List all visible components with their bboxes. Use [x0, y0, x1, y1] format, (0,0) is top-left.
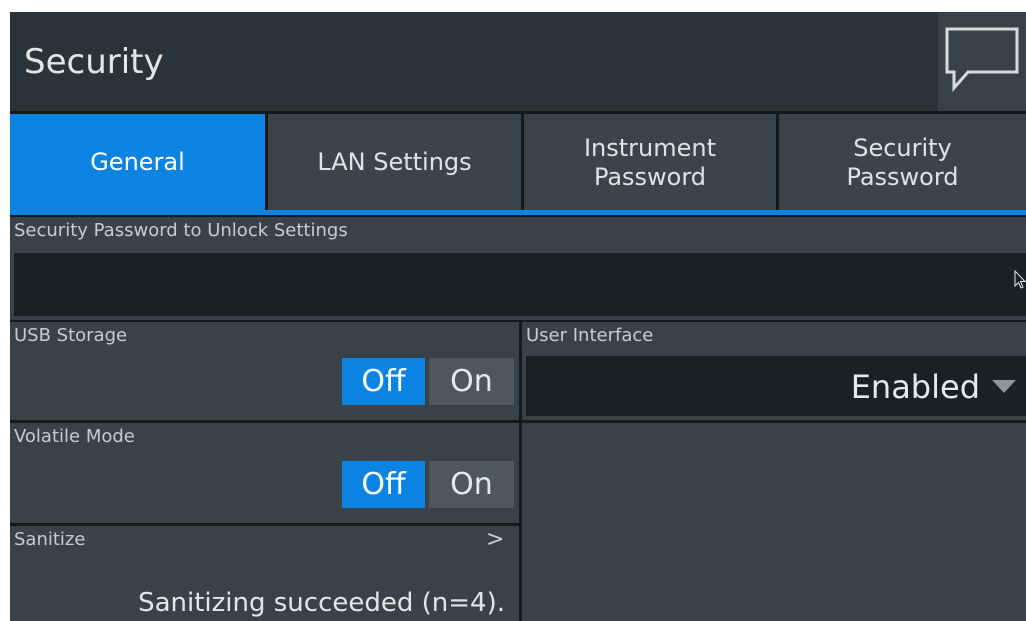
tab-label: Security Password	[846, 133, 959, 191]
cursor-icon	[1014, 270, 1026, 289]
tab-label: General	[90, 148, 185, 177]
tab-security-password[interactable]: Security Password	[779, 114, 1026, 211]
unlock-password-label: Security Password to Unlock Settings	[14, 220, 348, 241]
tab-underline	[10, 210, 1026, 215]
tab-label: Instrument Password	[583, 133, 717, 191]
tab-instrument-password[interactable]: Instrument Password	[524, 114, 776, 211]
usb-storage-on-button[interactable]: On	[429, 358, 514, 405]
tab-general[interactable]: General	[10, 114, 265, 211]
usb-storage-off-button[interactable]: Off	[342, 358, 425, 405]
sanitize-status: Sanitizing succeeded (n=4).	[138, 588, 505, 618]
sanitize-section[interactable]: Sanitize > Sanitizing succeeded (n=4).	[10, 526, 519, 621]
chevron-down-icon	[992, 380, 1016, 393]
empty-panel	[522, 423, 1026, 621]
help-button[interactable]	[938, 12, 1026, 111]
user-interface-value: Enabled	[850, 368, 980, 406]
tab-label: LAN Settings	[317, 148, 472, 177]
volatile-mode-label: Volatile Mode	[14, 426, 135, 447]
chevron-right-icon: >	[486, 527, 505, 552]
usb-storage-section: USB Storage Off On	[10, 322, 519, 420]
volatile-mode-on-button[interactable]: On	[429, 461, 514, 508]
unlock-password-input[interactable]	[14, 253, 1026, 316]
page-title: Security	[24, 42, 164, 82]
user-interface-dropdown[interactable]: Enabled	[526, 356, 1026, 416]
security-dialog: Security General LAN Settings Instrument…	[10, 12, 1026, 621]
user-interface-section: User Interface Enabled	[522, 322, 1026, 420]
volatile-mode-off-button[interactable]: Off	[342, 461, 425, 508]
sanitize-label: Sanitize	[14, 529, 86, 550]
title-bar: Security	[10, 12, 1026, 111]
tab-lan-settings[interactable]: LAN Settings	[268, 114, 521, 211]
unlock-password-section: Security Password to Unlock Settings	[10, 217, 1026, 320]
user-interface-label: User Interface	[526, 325, 654, 346]
speech-bubble-icon	[945, 27, 1019, 92]
usb-storage-label: USB Storage	[14, 325, 128, 346]
volatile-mode-section: Volatile Mode Off On	[10, 423, 519, 523]
